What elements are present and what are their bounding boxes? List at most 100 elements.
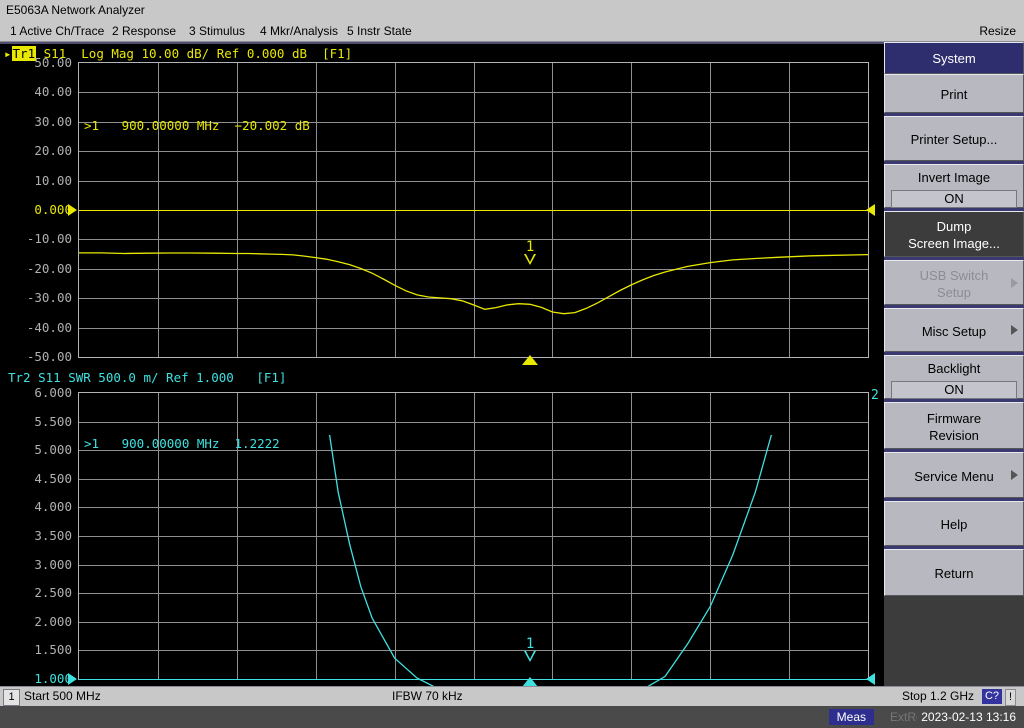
- meas-indicator: Meas: [828, 709, 874, 725]
- trace1-ytick: 50.00: [34, 55, 72, 70]
- softkey-label-wrap: Invert Image: [885, 165, 1023, 189]
- trace2-ytick: 2.000: [34, 614, 72, 629]
- softkey-backlight-value[interactable]: ON: [891, 381, 1017, 399]
- softkey-label-wrap: Return: [885, 550, 1023, 597]
- menu-item-1[interactable]: 1 Active Ch/Trace: [6, 21, 108, 41]
- trace2-reference-marker-left[interactable]: [68, 673, 77, 685]
- trace2-ytick: 5.000: [34, 442, 72, 457]
- bottom-bar: Meas ExtRef 2023-02-13 13:16: [0, 706, 1024, 728]
- trace1-ytick: 40.00: [34, 84, 72, 99]
- menu-item-4[interactable]: 4 Mkr/Analysis: [256, 21, 342, 41]
- softkey-backlight[interactable]: Backlight ON: [884, 355, 1024, 399]
- trace2-ytick: 4.000: [34, 499, 72, 514]
- softkey-return-label: Return: [934, 566, 974, 581]
- trace2-ytick: 5.500: [34, 414, 72, 429]
- trace2-ytick: 4.500: [34, 471, 72, 486]
- softkey-return[interactable]: Return: [884, 549, 1024, 596]
- correction-status-badge[interactable]: C?: [981, 689, 1002, 704]
- trace1-ytick: -50.00: [26, 349, 72, 364]
- trace1-ytick: 0.000: [34, 202, 72, 217]
- softkey-title: System: [884, 42, 1024, 74]
- trace1-ytick: 30.00: [34, 114, 72, 129]
- trace2-reference-line: [79, 679, 868, 680]
- softkey-print-label: Print: [940, 87, 968, 102]
- window-title: E5063A Network Analyzer: [0, 0, 1024, 21]
- softkey-help[interactable]: Help: [884, 501, 1024, 546]
- softkey-label-wrap: USB Switch Setup: [885, 261, 1023, 306]
- softkey-label-wrap: Service Menu: [885, 453, 1023, 499]
- trace1-stimulus-marker[interactable]: [521, 355, 538, 365]
- softkey-empty-area: [884, 596, 1024, 686]
- clock: 2023-02-13 13:16: [917, 709, 1020, 725]
- trace1-reference-marker-right[interactable]: [866, 204, 875, 216]
- softkey-label-wrap: Help: [885, 502, 1023, 547]
- menubar: Resize 1 Active Ch/Trace 2 Response 3 Stim…: [0, 21, 1024, 42]
- softkey-dump-screen-image[interactable]: Dump Screen Image...: [884, 211, 1024, 257]
- softkey-misc-setup[interactable]: Misc Setup: [884, 308, 1024, 352]
- channel-number: 1: [3, 689, 20, 706]
- softkey-firmware-revision[interactable]: Firmware Revision: [884, 402, 1024, 449]
- softkey-invert-image[interactable]: Invert Image ON: [884, 164, 1024, 208]
- softkey-firmware-revision-label-1: Firmware: [926, 410, 982, 426]
- softkey-invert-image-label: Invert Image: [917, 169, 991, 185]
- measurement-display: ▸Tr1 S11 Log Mag 10.00 dB/ Ref 0.000 dB …: [0, 42, 884, 711]
- menu-resize[interactable]: Resize: [975, 21, 1020, 41]
- trace1-ytick: 10.00: [34, 173, 72, 188]
- softkey-help-label: Help: [940, 517, 968, 532]
- trace1-ytick: -40.00: [26, 320, 72, 335]
- trace2-marker-number[interactable]: 1: [526, 636, 534, 652]
- trace2-ytick: 6.000: [34, 385, 72, 400]
- chevron-right-icon: [1011, 277, 1018, 288]
- softkey-usb-switch-setup-label-1: USB Switch: [919, 267, 989, 283]
- softkey-label-wrap: Dump Screen Image...: [885, 212, 1023, 258]
- trace1-ytick: 20.00: [34, 143, 72, 158]
- alert-badge[interactable]: !: [1004, 689, 1016, 706]
- menu-item-2[interactable]: 2 Response: [108, 21, 180, 41]
- trace1-ytick: -10.00: [26, 231, 72, 246]
- softkey-invert-image-value[interactable]: ON: [891, 190, 1017, 208]
- trace2-ytick: 1.500: [34, 642, 72, 657]
- softkey-label-wrap: Print: [885, 75, 1023, 114]
- trace2-ytick: 2.500: [34, 585, 72, 600]
- trace2-curve: [328, 435, 773, 711]
- status-bar: 1 Start 500 MHz IFBW 70 kHz Stop 1.2 GHz…: [0, 686, 1024, 706]
- trace2-marker-readout: >1 900.00000 MHz 1.2222: [84, 436, 280, 451]
- chevron-right-icon: [1011, 470, 1018, 480]
- softkey-usb-switch-setup-label-2: Setup: [937, 284, 971, 300]
- trace1-reference-marker-left[interactable]: [68, 204, 77, 216]
- softkey-misc-setup-label: Misc Setup: [921, 323, 987, 339]
- trace2-ytick: 3.000: [34, 557, 72, 572]
- network-analyzer-window: E5063A Network Analyzer Resize 1 Active …: [0, 0, 1024, 728]
- trace1-marker-number[interactable]: 1: [526, 239, 534, 255]
- trace2-marker-pointer-inner: [525, 651, 534, 660]
- softkey-service-menu[interactable]: Service Menu: [884, 452, 1024, 498]
- chevron-right-icon: [1011, 325, 1018, 335]
- softkey-label-wrap: Firmware Revision: [885, 403, 1023, 450]
- stop-frequency[interactable]: Stop 1.2 GHz: [902, 687, 974, 706]
- menu-item-3[interactable]: 3 Stimulus: [185, 21, 249, 41]
- softkey-dump-screen-image-label-2: Screen Image...: [908, 236, 1000, 251]
- trace2-reference-marker-right[interactable]: [866, 673, 875, 685]
- trace1-ytick: -20.00: [26, 261, 72, 276]
- trace1-ytick: -30.00: [26, 290, 72, 305]
- softkey-dump-screen-image-label-1: Dump: [936, 219, 972, 234]
- softkey-label-wrap: Printer Setup...: [885, 117, 1023, 162]
- menu-item-5[interactable]: 5 Instr State: [343, 21, 416, 41]
- softkey-panel: System Print Printer Setup... Invert Image O…: [884, 42, 1024, 686]
- trace2-path: [328, 435, 773, 711]
- softkey-firmware-revision-label-2: Revision: [929, 427, 979, 443]
- trace2-edge-label: 2: [871, 388, 879, 403]
- softkey-label-wrap: Backlight: [885, 356, 1023, 380]
- trace1-reference-line: [79, 210, 868, 211]
- softkey-service-menu-label: Service Menu: [914, 468, 994, 484]
- softkey-print[interactable]: Print: [884, 74, 1024, 113]
- softkey-usb-switch-setup: USB Switch Setup: [884, 260, 1024, 305]
- softkey-printer-setup[interactable]: Printer Setup...: [884, 116, 1024, 161]
- trace1-marker-pointer-inner: [525, 253, 534, 262]
- start-frequency[interactable]: Start 500 MHz: [24, 687, 101, 706]
- softkey-title-label: System: [932, 51, 976, 66]
- ifbw-value[interactable]: IFBW 70 kHz: [392, 687, 463, 706]
- trace2-ytick: 3.500: [34, 528, 72, 543]
- softkey-backlight-label: Backlight: [927, 360, 981, 376]
- softkey-label-wrap: Misc Setup: [885, 309, 1023, 353]
